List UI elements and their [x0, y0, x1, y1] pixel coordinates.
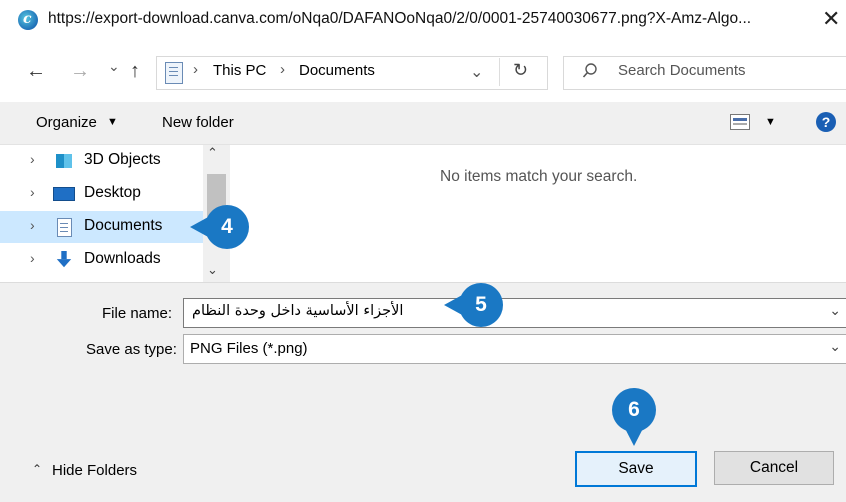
save-type-select[interactable]: PNG Files (*.png) ⌄ [183, 334, 846, 364]
file-name-label: File name: [102, 305, 173, 322]
tree-label: Desktop [84, 184, 141, 201]
save-button[interactable]: Save [575, 451, 697, 487]
breadcrumb-this-pc[interactable]: This PC [213, 62, 266, 79]
new-folder-button[interactable]: New folder [162, 114, 234, 131]
view-options-icon[interactable] [730, 114, 750, 130]
window-title: https://export-download.canva.com/oNqa0/… [48, 10, 752, 27]
empty-message: No items match your search. [440, 168, 638, 185]
tree-label: 3D Objects [84, 151, 161, 168]
scroll-up-icon[interactable]: ⌃ [207, 145, 218, 161]
file-name-field[interactable]: الأجزاء الأساسية داخل وحدة النظام ⌄ [183, 298, 846, 328]
organize-button[interactable]: Organize [36, 114, 97, 131]
file-list[interactable] [231, 145, 846, 282]
organize-dropdown-icon[interactable]: ▼ [107, 116, 118, 128]
file-name-value: الأجزاء الأساسية داخل وحدة النظام [192, 303, 404, 319]
tree-item-documents[interactable]: › Documents [0, 211, 203, 243]
refresh-icon[interactable]: ↻ [513, 60, 528, 81]
tree-label: Downloads [84, 250, 161, 267]
view-dropdown-icon[interactable]: ▼ [765, 116, 776, 128]
cancel-button[interactable]: Cancel [714, 451, 834, 485]
forward-arrow-icon[interactable]: → [70, 60, 90, 83]
breadcrumb-separator: › [280, 61, 285, 78]
recent-locations-icon[interactable]: ⌄ [108, 58, 120, 75]
up-arrow-icon[interactable]: ↑ [130, 60, 140, 83]
tree-item-3d-objects[interactable]: › 3D Objects [0, 145, 200, 177]
downloads-icon [56, 251, 72, 268]
hide-folders-button[interactable]: Hide Folders [52, 462, 137, 479]
back-arrow-icon[interactable]: ← [26, 60, 46, 83]
breadcrumb-separator: › [193, 61, 198, 78]
search-placeholder: Search Documents [618, 62, 746, 79]
close-icon[interactable]: ✕ [822, 6, 840, 32]
scroll-down-icon[interactable]: ⌄ [207, 262, 218, 278]
expand-chevron-icon[interactable]: › [30, 184, 35, 200]
3d-objects-icon [53, 152, 75, 170]
desktop-icon [53, 185, 75, 203]
save-type-label: Save as type: [86, 341, 177, 358]
tree-item-desktop[interactable]: › Desktop [0, 178, 200, 210]
tree-label: Documents [84, 217, 163, 234]
navigation-pane: › 3D Objects › Desktop › Documents › Dow… [0, 145, 230, 282]
save-type-dropdown-icon[interactable]: ⌄ [829, 338, 841, 355]
canva-logo-icon: c [18, 10, 38, 30]
callout-badge-5: 5 [459, 283, 503, 327]
callout-badge-4: 4 [205, 205, 249, 249]
expand-chevron-icon[interactable]: › [30, 151, 35, 167]
expand-chevron-icon[interactable]: › [30, 217, 35, 233]
callout-badge-6: 6 [612, 388, 656, 432]
documents-folder-icon [165, 62, 183, 84]
divider [499, 58, 500, 86]
collapse-chevron-icon[interactable]: ⌃ [32, 462, 42, 476]
tree-item-downloads[interactable]: › Downloads [0, 244, 200, 276]
breadcrumb-documents[interactable]: Documents [299, 62, 375, 79]
command-toolbar [0, 102, 846, 145]
file-name-dropdown-icon[interactable]: ⌄ [829, 302, 841, 319]
expand-chevron-icon[interactable]: › [30, 250, 35, 266]
documents-icon [53, 218, 75, 237]
search-icon [582, 63, 597, 78]
save-type-value: PNG Files (*.png) [190, 340, 308, 357]
help-icon[interactable]: ? [816, 112, 836, 132]
address-dropdown-chevron-icon[interactable]: ⌄ [470, 62, 483, 82]
